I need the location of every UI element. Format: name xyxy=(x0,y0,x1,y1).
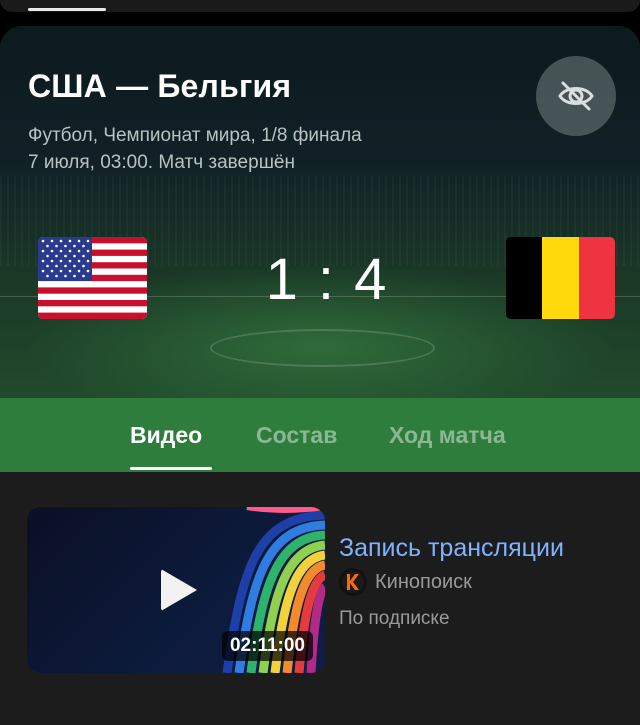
video-title-link[interactable]: Запись трансляции xyxy=(339,534,564,563)
video-thumbnail[interactable]: 02:11:00 xyxy=(27,507,325,673)
video-duration: 02:11:00 xyxy=(221,631,313,661)
belgium-flag-red xyxy=(578,237,615,319)
tab-video[interactable]: Видео xyxy=(130,422,202,449)
tab-lineup[interactable]: Состав xyxy=(256,422,337,449)
hide-score-button[interactable] xyxy=(536,56,616,136)
video-provider: Кинопоиск xyxy=(339,568,472,596)
match-title: США — Бельгия xyxy=(28,68,292,104)
eye-off-icon xyxy=(558,81,594,111)
video-list: 02:11:00 Запись трансляции Кинопоиск По … xyxy=(0,472,640,725)
belgium-flag-icon xyxy=(506,237,615,319)
match-card: США — Бельгия Футбол, Чемпионат мира, 1/… xyxy=(0,26,640,725)
match-tabs: Видео Состав Ход матча xyxy=(0,398,640,472)
belgium-flag-yellow xyxy=(542,237,579,319)
kinopoisk-logo-graphic xyxy=(342,571,364,593)
play-icon[interactable] xyxy=(161,569,197,611)
match-subtitle: Футбол, Чемпионат мира, 1/8 финала 7 июл… xyxy=(28,122,362,176)
provider-name: Кинопоиск xyxy=(375,570,472,593)
video-access: По подписке xyxy=(339,608,450,629)
kinopoisk-logo-icon xyxy=(339,568,367,596)
usa-flag-graphic xyxy=(38,237,147,319)
match-status: 7 июля, 03:00. Матч завершён xyxy=(28,152,295,173)
match-tournament: Футбол, Чемпионат мира, 1/8 финала xyxy=(28,125,362,146)
match-hero: США — Бельгия Футбол, Чемпионат мира, 1/… xyxy=(0,26,640,398)
usa-flag-icon xyxy=(38,237,147,319)
tab-match-progress[interactable]: Ход матча xyxy=(389,422,506,449)
belgium-flag-black xyxy=(506,237,543,319)
match-score: 1 : 4 xyxy=(265,247,389,312)
active-tab-indicator xyxy=(130,467,212,470)
drag-handle[interactable] xyxy=(28,8,106,11)
previous-card-edge xyxy=(0,0,640,12)
pitch-center-circle xyxy=(210,329,435,367)
